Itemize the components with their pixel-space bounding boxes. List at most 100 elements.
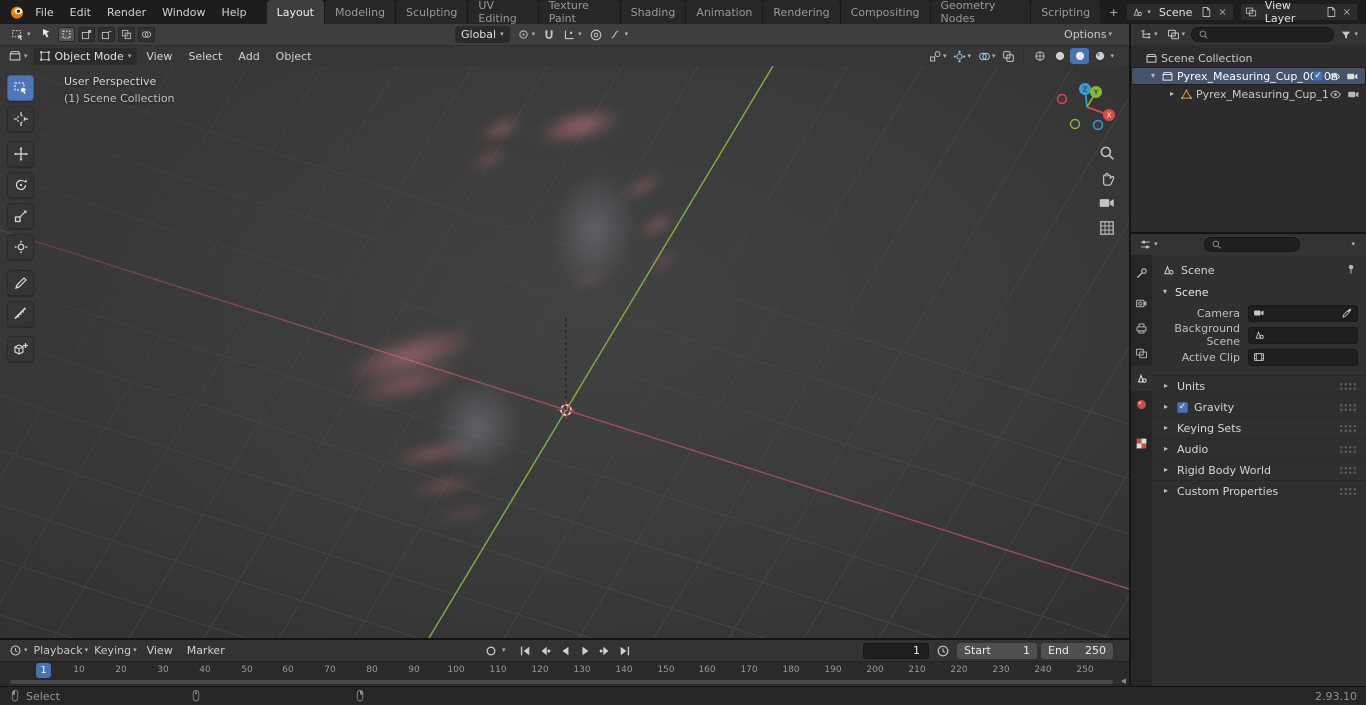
tool-rotate[interactable] — [7, 172, 34, 198]
viewport-menu-view[interactable]: View — [139, 50, 179, 63]
workspace-tab-sculpting[interactable]: Sculpting — [396, 0, 469, 24]
shading-rendered-button[interactable] — [1090, 48, 1109, 64]
select-mode-extend-button[interactable] — [77, 27, 95, 42]
workspace-tab-rendering[interactable]: Rendering — [763, 0, 841, 24]
panel-drag-grip[interactable] — [1339, 423, 1357, 433]
workspace-tab-modeling[interactable]: Modeling — [325, 0, 397, 24]
camera-field[interactable] — [1248, 304, 1358, 322]
gizmo-minus-y-axis[interactable] — [1069, 118, 1081, 130]
snap-magnet-icon[interactable] — [542, 28, 556, 42]
scene-selector[interactable]: ▾ Scene × — [1126, 3, 1234, 21]
workspace-tab-texture-paint[interactable]: Texture Paint — [538, 0, 621, 25]
tool-move[interactable] — [7, 141, 34, 167]
shading-solid-button[interactable] — [1050, 48, 1069, 64]
menu-help[interactable]: Help — [214, 0, 255, 24]
jump-next-keyframe-button[interactable] — [597, 643, 614, 658]
xray-toggle[interactable] — [1000, 49, 1017, 64]
viewport-menu-select[interactable]: Select — [181, 50, 229, 63]
camera-view-button[interactable] — [1098, 194, 1116, 212]
active-tool-dropdown[interactable]: ▾ — [8, 28, 34, 42]
panel-rigid-body-world[interactable]: ▸ Rigid Body World — [1152, 459, 1366, 480]
expand-triangle-icon[interactable]: ▾ — [1148, 72, 1158, 80]
navigation-gizmo[interactable]: Z Y X — [1055, 75, 1119, 139]
new-view-layer-icon[interactable] — [1325, 6, 1337, 18]
menu-window[interactable]: Window — [154, 0, 213, 24]
3d-viewport[interactable]: User Perspective (1) Scene Collection Z … — [0, 66, 1129, 638]
blender-logo-menu[interactable] — [6, 0, 27, 24]
outliner-search-input[interactable] — [1191, 27, 1335, 42]
playhead[interactable]: 1 — [36, 663, 51, 678]
pin-icon[interactable] — [1345, 263, 1357, 278]
workspace-tab-compositing[interactable]: Compositing — [840, 0, 931, 24]
measuring-cup-pointcloud[interactable] — [0, 66, 1129, 638]
collection-checkbox[interactable]: ✓ — [1313, 71, 1323, 81]
outliner-editor-type-dropdown[interactable]: ▾ — [1136, 28, 1161, 41]
select-mode-subtract-button[interactable] — [97, 27, 115, 42]
panel-gravity[interactable]: ▸ ✓ Gravity — [1152, 396, 1366, 417]
tool-select-box[interactable] — [7, 75, 34, 101]
new-scene-icon[interactable] — [1200, 6, 1212, 18]
jump-to-start-button[interactable] — [517, 643, 534, 658]
shading-material-preview-button[interactable] — [1070, 48, 1090, 64]
outliner-row-scene-collection[interactable]: Scene Collection — [1131, 49, 1366, 67]
playback-menu[interactable]: Playback ▾ — [31, 644, 92, 657]
panel-drag-grip[interactable] — [1339, 444, 1357, 454]
scene-panel-header[interactable]: ▾ Scene — [1152, 282, 1366, 302]
workspace-tab-animation[interactable]: Animation — [686, 0, 764, 24]
tool-cursor[interactable] — [7, 106, 34, 132]
preview-range-button[interactable] — [936, 644, 950, 658]
select-mode-set-button[interactable] — [57, 27, 75, 42]
workspace-tab-layout[interactable]: Layout — [266, 0, 325, 24]
proportional-editing-icon[interactable] — [589, 28, 603, 42]
disable-render-camera-icon[interactable] — [1346, 70, 1359, 83]
panel-drag-grip[interactable] — [1339, 486, 1357, 496]
tool-scale[interactable] — [7, 203, 34, 229]
overlays-toggle[interactable]: ▾ — [976, 49, 998, 64]
timeline-menu-marker[interactable]: Marker — [180, 644, 232, 657]
jump-prev-keyframe-button[interactable] — [537, 643, 554, 658]
properties-options-dropdown[interactable]: ▾ — [1351, 241, 1355, 248]
zoom-view-button[interactable] — [1098, 144, 1116, 162]
select-box-tool-icon[interactable] — [37, 27, 55, 43]
hide-eye-icon[interactable] — [1328, 70, 1341, 83]
frame-end-field[interactable]: End 250 — [1041, 642, 1113, 659]
viewport-menu-object[interactable]: Object — [269, 50, 319, 63]
view-layer-selector[interactable]: View Layer × — [1239, 0, 1359, 25]
display-mode-dropdown[interactable]: ▾ — [1164, 28, 1189, 41]
snap-settings-dropdown[interactable]: ▾ — [560, 28, 585, 41]
hide-eye-icon[interactable] — [1329, 88, 1342, 101]
timeline-expand-arrow[interactable]: ◀ — [1121, 677, 1126, 685]
object-mode-dropdown[interactable]: Object Mode ▾ — [32, 47, 138, 65]
panel-audio[interactable]: ▸ Audio — [1152, 438, 1366, 459]
frame-start-field[interactable]: Start 1 — [957, 642, 1037, 659]
menu-render[interactable]: Render — [99, 0, 154, 24]
gizmo-minus-z-axis[interactable] — [1092, 119, 1104, 131]
eyedropper-icon[interactable] — [1341, 307, 1353, 319]
select-mode-invert-button[interactable] — [117, 27, 135, 42]
options-dropdown[interactable]: Options ▾ — [1061, 28, 1115, 41]
tool-add-cube[interactable] — [7, 336, 34, 362]
editor-type-dropdown[interactable]: ▾ — [5, 49, 31, 63]
timeline-menu-view[interactable]: View — [140, 644, 180, 657]
panel-drag-grip[interactable] — [1339, 381, 1357, 391]
panel-units[interactable]: ▸ Units — [1152, 375, 1366, 396]
tab-render[interactable] — [1131, 291, 1152, 316]
tab-texture[interactable] — [1131, 431, 1152, 456]
panel-drag-grip[interactable] — [1339, 465, 1357, 475]
remove-view-layer-icon[interactable]: × — [1341, 7, 1353, 18]
keying-menu[interactable]: Keying ▾ — [91, 644, 139, 657]
tool-annotate[interactable] — [7, 270, 34, 296]
gravity-checkbox[interactable]: ✓ — [1177, 401, 1188, 413]
workspace-tab-uv-editing[interactable]: UV Editing — [468, 0, 539, 25]
object-visibility-dropdown[interactable]: ▾ — [927, 49, 949, 64]
workspace-tab-shading[interactable]: Shading — [620, 0, 687, 24]
jump-to-end-button[interactable] — [617, 643, 634, 658]
unlink-scene-icon[interactable]: × — [1216, 7, 1228, 18]
outliner-row-object-pyrex[interactable]: ▸ Pyrex_Measuring_Cup_1 — [1131, 85, 1366, 103]
active-clip-field[interactable] — [1248, 348, 1358, 366]
gizmo-minus-x-axis[interactable] — [1056, 93, 1068, 105]
properties-editor-type-dropdown[interactable]: ▾ — [1136, 238, 1161, 251]
tab-view-layer[interactable] — [1131, 341, 1152, 366]
transform-orientation-dropdown[interactable]: Global ▾ — [455, 26, 510, 43]
workspace-tab-scripting[interactable]: Scripting — [1031, 0, 1102, 24]
